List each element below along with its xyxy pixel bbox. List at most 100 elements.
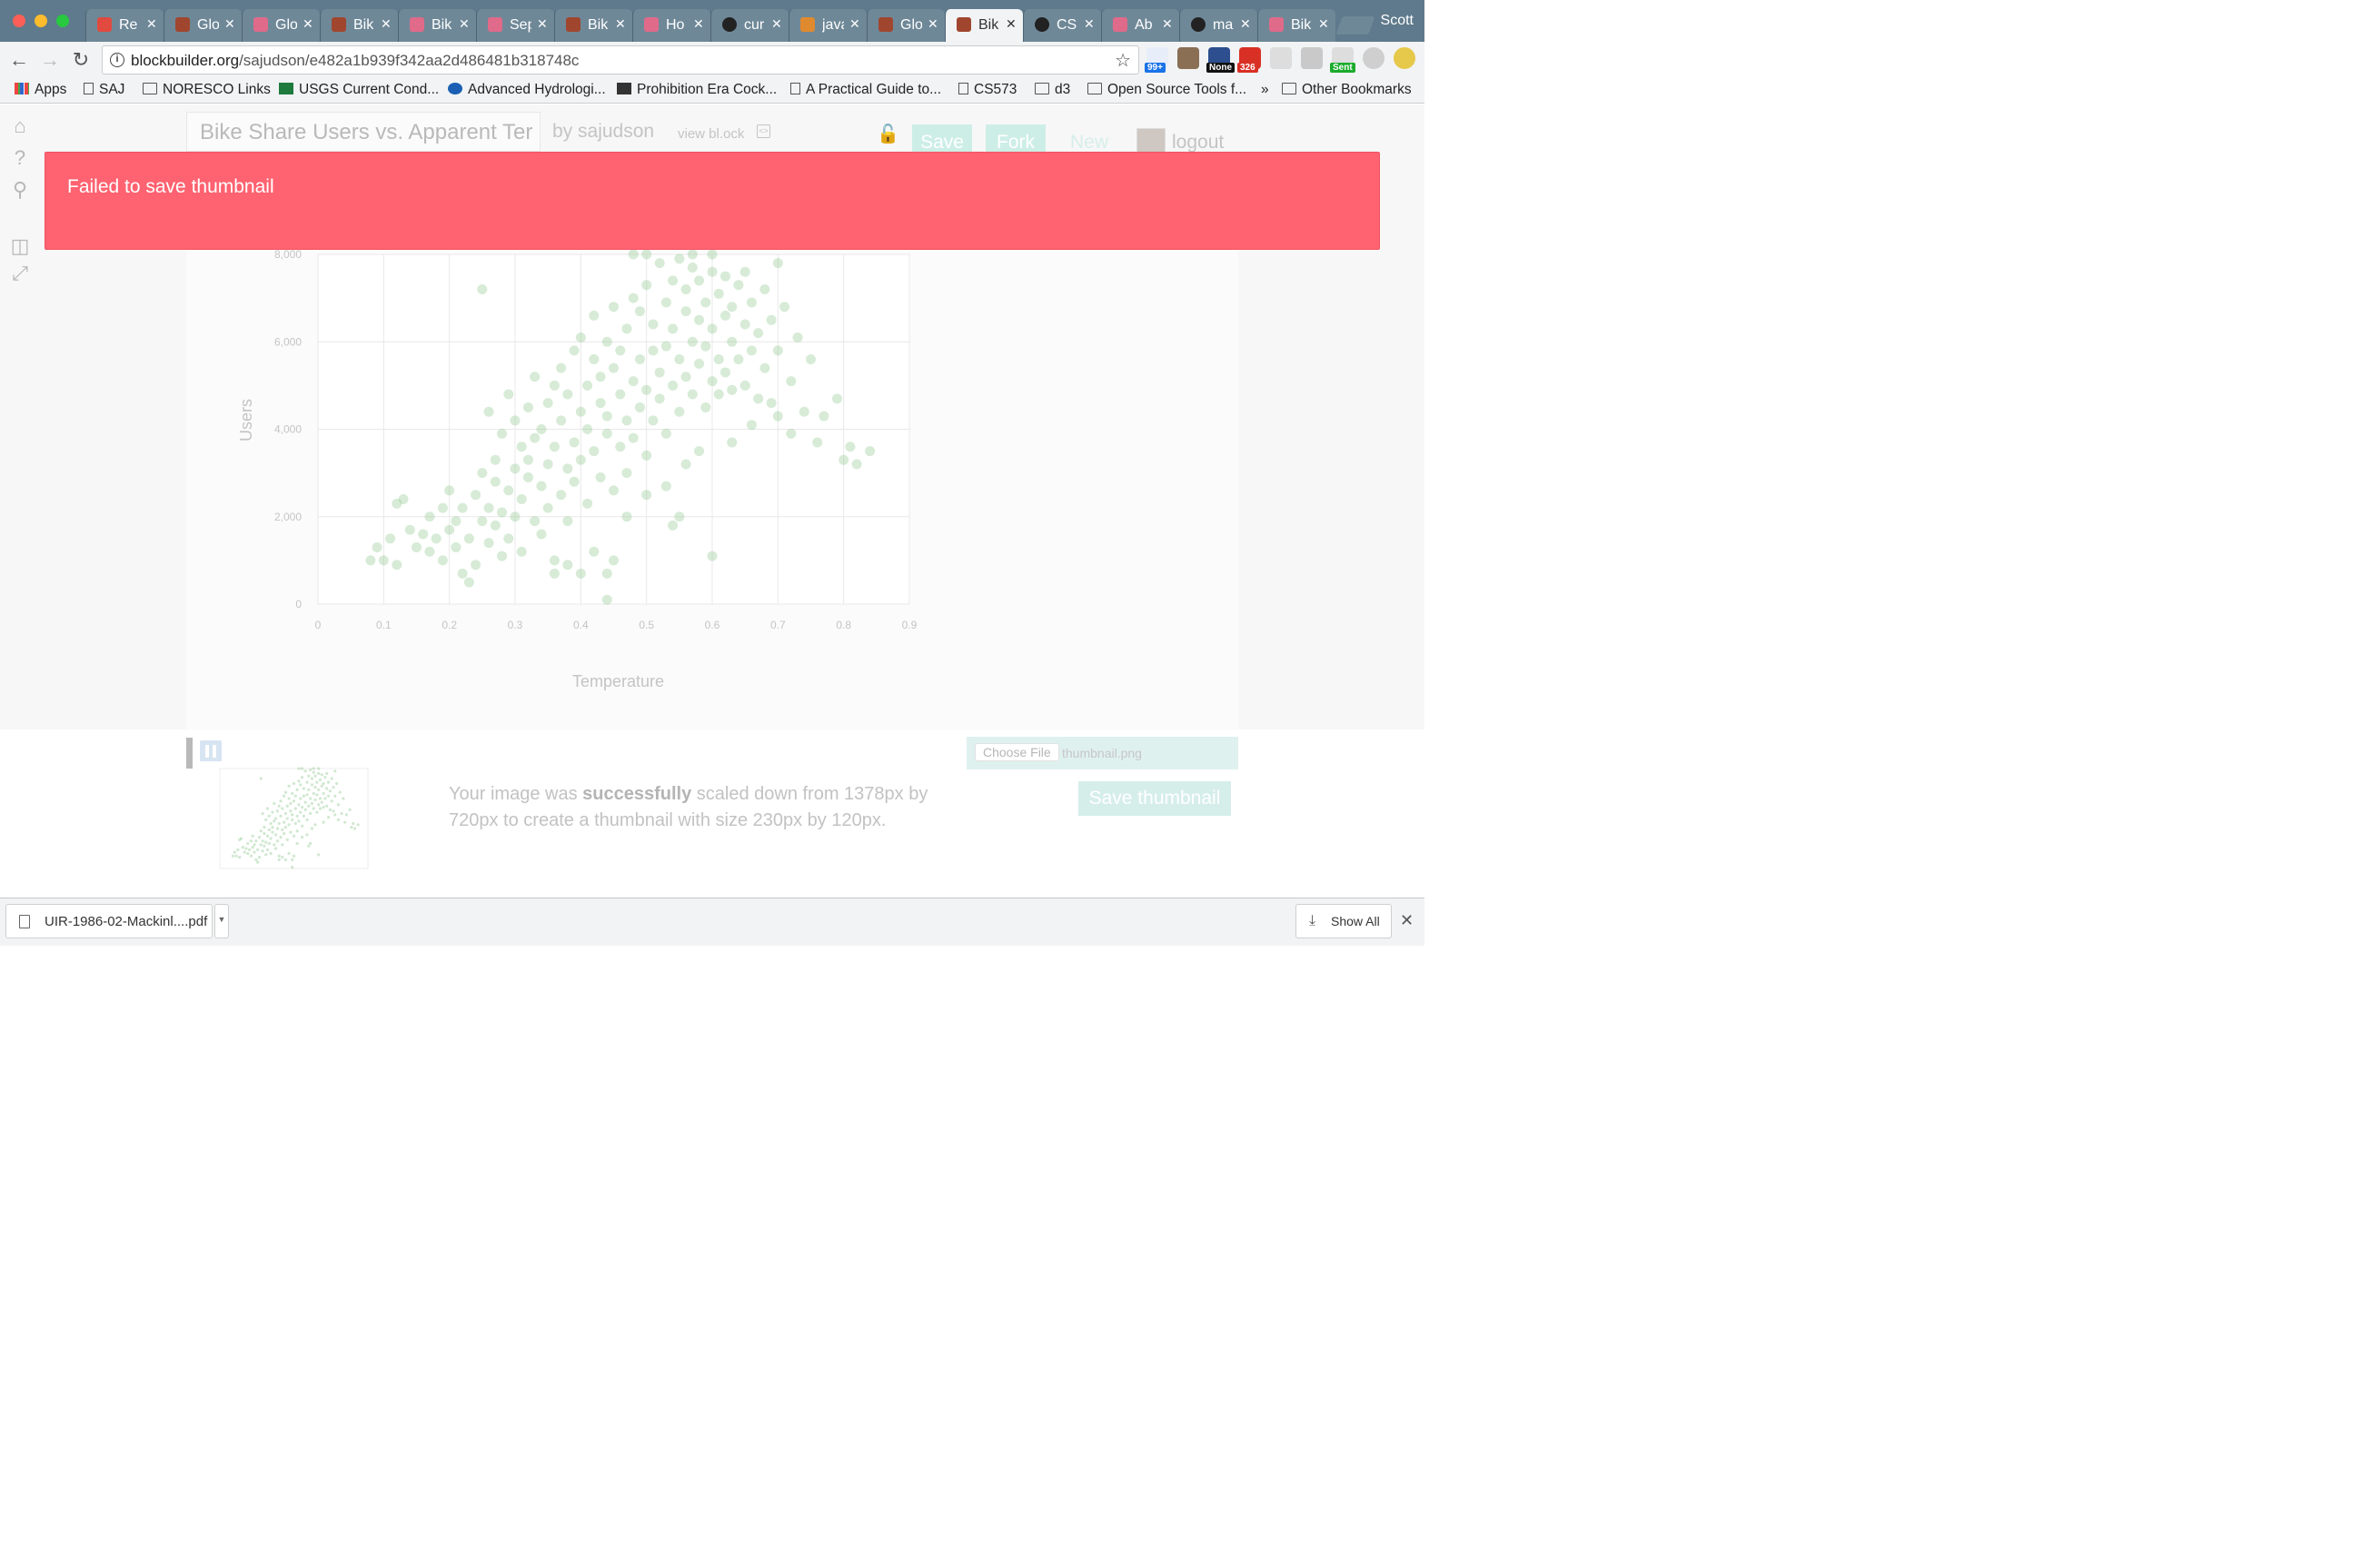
download-menu-chevron-icon[interactable]: ▼	[214, 904, 229, 938]
window-minimize-button[interactable]	[35, 15, 47, 27]
tab-close-icon[interactable]: ✕	[849, 16, 860, 32]
block-title-input[interactable]: Bike Share Users vs. Apparent Ter	[186, 112, 541, 152]
tab-9[interactable]: java ✕	[789, 9, 867, 42]
tab-3[interactable]: Bik ✕	[320, 9, 398, 42]
tab-close-icon[interactable]: ✕	[459, 16, 470, 32]
tab-close-icon[interactable]: ✕	[771, 16, 782, 32]
close-icon[interactable]: ✕	[1400, 911, 1414, 930]
tab-15[interactable]: Bik ✕	[1257, 9, 1335, 42]
tab-close-icon[interactable]: ✕	[537, 16, 548, 32]
tab-close-icon[interactable]: ✕	[928, 16, 938, 32]
window-maximize-button[interactable]	[56, 15, 69, 27]
bookmark-item[interactable]: A Practical Guide to...	[790, 82, 941, 100]
thumbnail-point	[283, 794, 286, 798]
tab-close-icon[interactable]: ✕	[224, 16, 235, 32]
save-thumbnail-button[interactable]: Save thumbnail	[1078, 781, 1231, 816]
tab-1[interactable]: Glo ✕	[164, 9, 242, 42]
tab-5[interactable]: Sep ✕	[476, 9, 554, 42]
scatter-point	[753, 328, 764, 339]
reload-icon[interactable]: ↻	[69, 48, 93, 72]
tab-close-icon[interactable]: ✕	[303, 16, 313, 32]
scatter-point	[680, 284, 691, 294]
info-icon[interactable]: i	[110, 53, 124, 67]
back-arrow-icon[interactable]: ←	[7, 48, 31, 72]
thumbnail-point	[297, 779, 301, 783]
tab-13[interactable]: Ab ✕	[1101, 9, 1179, 42]
search-icon[interactable]: ⚲	[9, 179, 31, 201]
new-tab-button[interactable]	[1335, 16, 1375, 35]
profile-name[interactable]: Scott	[1381, 13, 1414, 29]
tab-close-icon[interactable]: ✕	[1318, 16, 1329, 32]
window-close-button[interactable]	[13, 15, 25, 27]
view-block-link[interactable]: view bl.ock	[678, 126, 744, 142]
show-all-downloads-button[interactable]: ⤓ Show All	[1295, 904, 1392, 938]
thumbnail-point	[293, 807, 297, 810]
folder-icon	[1087, 83, 1102, 94]
logout-link[interactable]: logout	[1172, 132, 1224, 154]
gmail-icon[interactable]: 326	[1237, 47, 1261, 73]
tab-2[interactable]: Glo ✕	[242, 9, 320, 42]
bookmarks-overflow-button[interactable]: »	[1261, 82, 1269, 100]
tab-close-icon[interactable]: ✕	[693, 16, 704, 32]
tab-close-icon[interactable]: ✕	[1084, 16, 1095, 32]
url-text[interactable]: blockbuilder.org/sajudson/e482a1b939f342…	[131, 52, 579, 70]
bookmark-item[interactable]: USGS Current Cond...	[279, 82, 439, 100]
tab-title: Bik	[353, 17, 374, 33]
lock-icon[interactable]: 🔓	[877, 123, 899, 144]
thumbnail-point	[309, 841, 313, 846]
home-icon[interactable]: ⌂	[9, 115, 31, 137]
pause-icon[interactable]	[200, 740, 222, 762]
bookmark-star-icon[interactable]: ☆	[1115, 49, 1131, 72]
toolbox-icon[interactable]	[1177, 47, 1199, 69]
forward-arrow-icon[interactable]: →	[38, 48, 62, 72]
tab-close-icon[interactable]: ✕	[1162, 16, 1173, 32]
tab-close-icon[interactable]: ✕	[146, 16, 157, 32]
author-link[interactable]: by sajudson	[552, 121, 654, 143]
fullscreen-icon[interactable]: ⤢	[9, 263, 31, 284]
info-extension-icon[interactable]	[1270, 47, 1292, 69]
thumbnail-point	[283, 811, 288, 816]
tab-14[interactable]: ma ✕	[1179, 9, 1257, 42]
tab-close-icon[interactable]: ✕	[381, 16, 392, 32]
bookmark-item[interactable]: Prohibition Era Cock...	[617, 82, 777, 100]
bulb-icon[interactable]	[1394, 47, 1415, 69]
scatter-point	[753, 393, 764, 404]
split-view-icon[interactable]: ◫	[9, 235, 31, 257]
bookmark-item[interactable]: Open Source Tools f...	[1087, 82, 1246, 100]
scatter-point	[549, 442, 560, 452]
none-extension-icon[interactable]: None	[1206, 47, 1235, 73]
download-item[interactable]: UIR-1986-02-Mackinl....pdf	[5, 904, 213, 938]
gmail-counter-icon[interactable]: 99+	[1145, 47, 1168, 73]
help-icon[interactable]: ?	[9, 147, 31, 169]
external-link-icon[interactable]: <>	[757, 124, 770, 138]
bookmark-item[interactable]: d3	[1035, 82, 1070, 100]
tab-close-icon[interactable]: ✕	[615, 16, 626, 32]
choose-file-button[interactable]: Choose File	[975, 743, 1059, 761]
scatter-point	[424, 546, 435, 557]
tab-close-icon[interactable]: ✕	[1240, 16, 1251, 32]
scatter-point	[575, 454, 586, 465]
tab-4[interactable]: Bik ✕	[398, 9, 476, 42]
scatter-point	[621, 415, 632, 426]
tab-11[interactable]: Bik ✕	[945, 9, 1023, 42]
tab-10[interactable]: Glo ✕	[867, 9, 945, 42]
tab-7[interactable]: Ho ✕	[632, 9, 710, 42]
drive-icon[interactable]	[1301, 47, 1323, 69]
thumbnail-point	[295, 814, 299, 818]
bookmark-item[interactable]: NORESCO Links	[143, 82, 271, 100]
selected-file-name: thumbnail.png	[1062, 746, 1142, 760]
tab-6[interactable]: Bik ✕	[554, 9, 632, 42]
address-bar[interactable]: i blockbuilder.org/sajudson/e482a1b939f3…	[102, 45, 1139, 74]
bookmark-item[interactable]: Advanced Hydrologi...	[448, 82, 606, 100]
tab-close-icon[interactable]: ✕	[1006, 16, 1017, 32]
bookmark-item[interactable]: CS573	[958, 82, 1017, 100]
tab-12[interactable]: CS ✕	[1023, 9, 1101, 42]
tab-8[interactable]: cur ✕	[710, 9, 789, 42]
skype-icon[interactable]	[1363, 47, 1384, 69]
bookmark-item[interactable]: Other Bookmarks	[1282, 82, 1412, 100]
sent-tracker-icon[interactable]: Sent	[1330, 47, 1355, 73]
tab-0[interactable]: Re ✕	[85, 9, 164, 42]
bookmark-item[interactable]: SAJ	[84, 82, 124, 100]
bookmark-item[interactable]: Apps	[15, 82, 66, 100]
resize-handle[interactable]	[186, 738, 193, 769]
